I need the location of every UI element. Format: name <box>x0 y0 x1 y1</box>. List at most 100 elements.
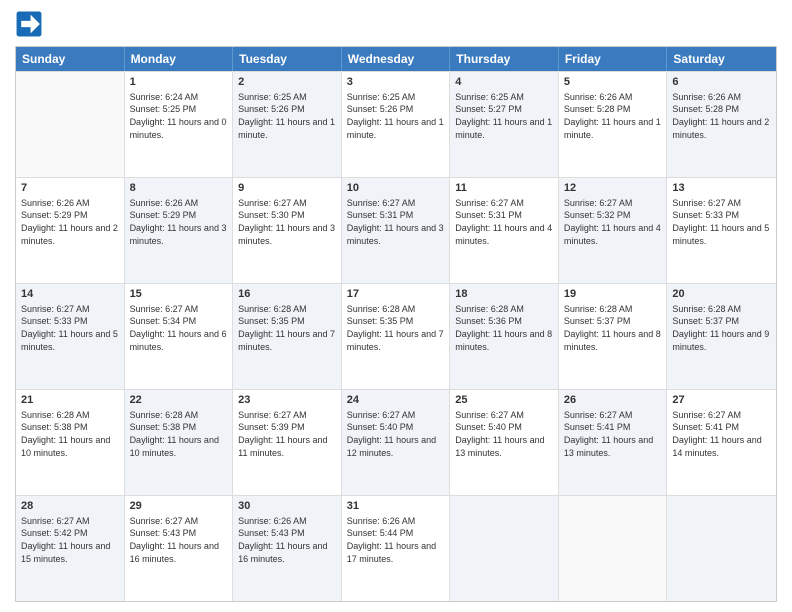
day-number: 20 <box>672 287 771 302</box>
cell-info: Sunrise: 6:27 AM Sunset: 5:42 PM Dayligh… <box>21 515 119 565</box>
day-number: 11 <box>455 181 553 196</box>
table-row: 9Sunrise: 6:27 AM Sunset: 5:30 PM Daylig… <box>233 178 342 283</box>
cell-info: Sunrise: 6:24 AM Sunset: 5:25 PM Dayligh… <box>130 91 228 141</box>
day-number: 16 <box>238 287 336 302</box>
table-row: 12Sunrise: 6:27 AM Sunset: 5:32 PM Dayli… <box>559 178 668 283</box>
day-of-week-monday: Monday <box>125 47 234 71</box>
table-row: 22Sunrise: 6:28 AM Sunset: 5:38 PM Dayli… <box>125 390 234 495</box>
table-row: 30Sunrise: 6:26 AM Sunset: 5:43 PM Dayli… <box>233 496 342 601</box>
calendar-week-2: 7Sunrise: 6:26 AM Sunset: 5:29 PM Daylig… <box>16 177 776 283</box>
cell-info: Sunrise: 6:25 AM Sunset: 5:26 PM Dayligh… <box>347 91 445 141</box>
day-number: 30 <box>238 499 336 514</box>
table-row: 10Sunrise: 6:27 AM Sunset: 5:31 PM Dayli… <box>342 178 451 283</box>
cell-info: Sunrise: 6:27 AM Sunset: 5:34 PM Dayligh… <box>130 303 228 353</box>
day-number: 12 <box>564 181 662 196</box>
day-of-week-thursday: Thursday <box>450 47 559 71</box>
cell-info: Sunrise: 6:26 AM Sunset: 5:44 PM Dayligh… <box>347 515 445 565</box>
cell-info: Sunrise: 6:28 AM Sunset: 5:37 PM Dayligh… <box>672 303 771 353</box>
page: SundayMondayTuesdayWednesdayThursdayFrid… <box>0 0 792 612</box>
day-of-week-tuesday: Tuesday <box>233 47 342 71</box>
day-number: 27 <box>672 393 771 408</box>
table-row: 24Sunrise: 6:27 AM Sunset: 5:40 PM Dayli… <box>342 390 451 495</box>
day-of-week-saturday: Saturday <box>667 47 776 71</box>
calendar: SundayMondayTuesdayWednesdayThursdayFrid… <box>15 46 777 602</box>
day-of-week-wednesday: Wednesday <box>342 47 451 71</box>
cell-info: Sunrise: 6:27 AM Sunset: 5:40 PM Dayligh… <box>455 409 553 459</box>
cell-info: Sunrise: 6:27 AM Sunset: 5:41 PM Dayligh… <box>564 409 662 459</box>
cell-info: Sunrise: 6:27 AM Sunset: 5:41 PM Dayligh… <box>672 409 771 459</box>
table-row: 17Sunrise: 6:28 AM Sunset: 5:35 PM Dayli… <box>342 284 451 389</box>
day-number: 22 <box>130 393 228 408</box>
table-row: 19Sunrise: 6:28 AM Sunset: 5:37 PM Dayli… <box>559 284 668 389</box>
table-row: 16Sunrise: 6:28 AM Sunset: 5:35 PM Dayli… <box>233 284 342 389</box>
table-row: 28Sunrise: 6:27 AM Sunset: 5:42 PM Dayli… <box>16 496 125 601</box>
day-number: 25 <box>455 393 553 408</box>
cell-info: Sunrise: 6:25 AM Sunset: 5:27 PM Dayligh… <box>455 91 553 141</box>
cell-info: Sunrise: 6:26 AM Sunset: 5:43 PM Dayligh… <box>238 515 336 565</box>
cell-info: Sunrise: 6:28 AM Sunset: 5:36 PM Dayligh… <box>455 303 553 353</box>
day-number: 31 <box>347 499 445 514</box>
cell-info: Sunrise: 6:27 AM Sunset: 5:31 PM Dayligh… <box>455 197 553 247</box>
day-number: 8 <box>130 181 228 196</box>
table-row: 2Sunrise: 6:25 AM Sunset: 5:26 PM Daylig… <box>233 72 342 177</box>
table-row: 25Sunrise: 6:27 AM Sunset: 5:40 PM Dayli… <box>450 390 559 495</box>
cell-info: Sunrise: 6:27 AM Sunset: 5:32 PM Dayligh… <box>564 197 662 247</box>
cell-info: Sunrise: 6:26 AM Sunset: 5:29 PM Dayligh… <box>130 197 228 247</box>
day-number: 14 <box>21 287 119 302</box>
table-row: 21Sunrise: 6:28 AM Sunset: 5:38 PM Dayli… <box>16 390 125 495</box>
day-number: 3 <box>347 75 445 90</box>
calendar-week-3: 14Sunrise: 6:27 AM Sunset: 5:33 PM Dayli… <box>16 283 776 389</box>
table-row: 7Sunrise: 6:26 AM Sunset: 5:29 PM Daylig… <box>16 178 125 283</box>
day-number: 23 <box>238 393 336 408</box>
table-row: 14Sunrise: 6:27 AM Sunset: 5:33 PM Dayli… <box>16 284 125 389</box>
cell-info: Sunrise: 6:27 AM Sunset: 5:33 PM Dayligh… <box>672 197 771 247</box>
table-row <box>450 496 559 601</box>
day-number: 4 <box>455 75 553 90</box>
day-number: 15 <box>130 287 228 302</box>
day-number: 10 <box>347 181 445 196</box>
cell-info: Sunrise: 6:28 AM Sunset: 5:35 PM Dayligh… <box>238 303 336 353</box>
cell-info: Sunrise: 6:27 AM Sunset: 5:40 PM Dayligh… <box>347 409 445 459</box>
table-row: 18Sunrise: 6:28 AM Sunset: 5:36 PM Dayli… <box>450 284 559 389</box>
day-number: 6 <box>672 75 771 90</box>
table-row: 31Sunrise: 6:26 AM Sunset: 5:44 PM Dayli… <box>342 496 451 601</box>
table-row: 11Sunrise: 6:27 AM Sunset: 5:31 PM Dayli… <box>450 178 559 283</box>
table-row <box>559 496 668 601</box>
cell-info: Sunrise: 6:25 AM Sunset: 5:26 PM Dayligh… <box>238 91 336 141</box>
day-number: 21 <box>21 393 119 408</box>
calendar-week-4: 21Sunrise: 6:28 AM Sunset: 5:38 PM Dayli… <box>16 389 776 495</box>
calendar-header: SundayMondayTuesdayWednesdayThursdayFrid… <box>16 47 776 71</box>
calendar-body: 1Sunrise: 6:24 AM Sunset: 5:25 PM Daylig… <box>16 71 776 601</box>
table-row: 3Sunrise: 6:25 AM Sunset: 5:26 PM Daylig… <box>342 72 451 177</box>
calendar-week-5: 28Sunrise: 6:27 AM Sunset: 5:42 PM Dayli… <box>16 495 776 601</box>
day-of-week-friday: Friday <box>559 47 668 71</box>
table-row: 29Sunrise: 6:27 AM Sunset: 5:43 PM Dayli… <box>125 496 234 601</box>
cell-info: Sunrise: 6:28 AM Sunset: 5:37 PM Dayligh… <box>564 303 662 353</box>
cell-info: Sunrise: 6:26 AM Sunset: 5:28 PM Dayligh… <box>672 91 771 141</box>
cell-info: Sunrise: 6:27 AM Sunset: 5:43 PM Dayligh… <box>130 515 228 565</box>
cell-info: Sunrise: 6:26 AM Sunset: 5:29 PM Dayligh… <box>21 197 119 247</box>
table-row: 13Sunrise: 6:27 AM Sunset: 5:33 PM Dayli… <box>667 178 776 283</box>
day-number: 2 <box>238 75 336 90</box>
day-number: 7 <box>21 181 119 196</box>
table-row: 27Sunrise: 6:27 AM Sunset: 5:41 PM Dayli… <box>667 390 776 495</box>
cell-info: Sunrise: 6:27 AM Sunset: 5:39 PM Dayligh… <box>238 409 336 459</box>
logo <box>15 10 47 38</box>
day-number: 28 <box>21 499 119 514</box>
table-row: 1Sunrise: 6:24 AM Sunset: 5:25 PM Daylig… <box>125 72 234 177</box>
cell-info: Sunrise: 6:27 AM Sunset: 5:30 PM Dayligh… <box>238 197 336 247</box>
cell-info: Sunrise: 6:26 AM Sunset: 5:28 PM Dayligh… <box>564 91 662 141</box>
table-row: 8Sunrise: 6:26 AM Sunset: 5:29 PM Daylig… <box>125 178 234 283</box>
day-number: 24 <box>347 393 445 408</box>
day-number: 5 <box>564 75 662 90</box>
day-number: 29 <box>130 499 228 514</box>
cell-info: Sunrise: 6:27 AM Sunset: 5:33 PM Dayligh… <box>21 303 119 353</box>
day-number: 13 <box>672 181 771 196</box>
table-row: 26Sunrise: 6:27 AM Sunset: 5:41 PM Dayli… <box>559 390 668 495</box>
table-row: 4Sunrise: 6:25 AM Sunset: 5:27 PM Daylig… <box>450 72 559 177</box>
table-row: 15Sunrise: 6:27 AM Sunset: 5:34 PM Dayli… <box>125 284 234 389</box>
table-row: 23Sunrise: 6:27 AM Sunset: 5:39 PM Dayli… <box>233 390 342 495</box>
cell-info: Sunrise: 6:28 AM Sunset: 5:38 PM Dayligh… <box>21 409 119 459</box>
header <box>15 10 777 38</box>
table-row: 20Sunrise: 6:28 AM Sunset: 5:37 PM Dayli… <box>667 284 776 389</box>
